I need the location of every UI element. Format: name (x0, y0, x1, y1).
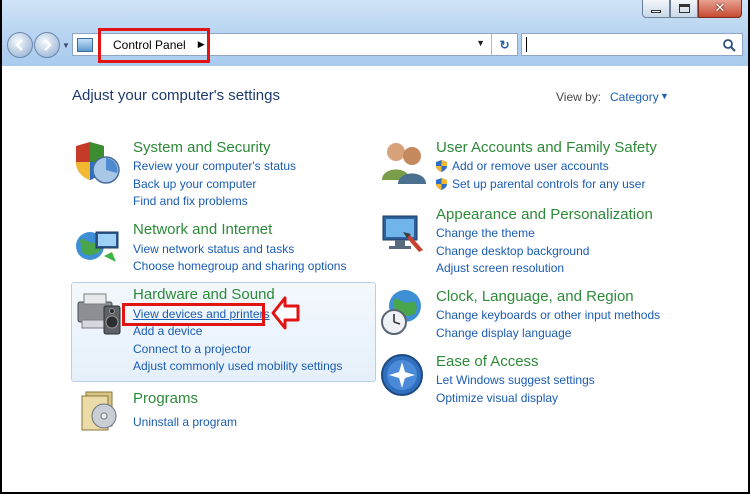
forward-button[interactable] (34, 32, 60, 58)
appearance-icon (382, 215, 423, 252)
uac-shield-icon (436, 178, 447, 190)
recent-pages-dropdown-icon[interactable]: ▼ (62, 41, 70, 50)
back-button[interactable] (7, 32, 33, 58)
parental-controls-link[interactable]: Set up parental controls for any user (452, 177, 645, 191)
network-internet-icon (76, 231, 119, 262)
minimize-button[interactable] (642, 0, 670, 18)
user-accounts-icon (382, 143, 426, 184)
keyboards-input-link[interactable]: Change keyboards or other input methods (436, 308, 660, 322)
maximize-button[interactable] (670, 0, 698, 18)
change-theme-link[interactable]: Change the theme (436, 226, 535, 240)
ease-of-access-icon (381, 354, 423, 396)
back-arrow-icon (15, 39, 23, 51)
close-icon: ✕ (714, 1, 726, 16)
maximize-icon (678, 4, 690, 13)
homegroup-sharing-link[interactable]: Choose homegroup and sharing options (133, 259, 346, 273)
clock-language-title[interactable]: Clock, Language, and Region (436, 288, 634, 305)
appearance-title[interactable]: Appearance and Personalization (436, 206, 653, 223)
windows-suggest-link[interactable]: Let Windows suggest settings (436, 373, 595, 387)
add-remove-users-link[interactable]: Add or remove user accounts (452, 159, 609, 173)
refresh-button[interactable]: ↻ (491, 34, 517, 55)
main-content: Adjust your computer's settings View by:… (2, 66, 748, 492)
search-input[interactable] (521, 33, 743, 56)
uac-shield-icon (436, 160, 447, 172)
clock-language-icon (381, 290, 421, 335)
left-arrow-callout-icon (271, 296, 300, 330)
back-up-link[interactable]: Back up your computer (133, 177, 256, 191)
hardware-sound-title[interactable]: Hardware and Sound (133, 286, 275, 303)
hardware-sound-icon (77, 293, 121, 335)
find-fix-problems-link[interactable]: Find and fix problems (133, 194, 248, 208)
devices-printers-highlight-box (122, 303, 265, 326)
control-panel-icon (77, 37, 93, 52)
programs-title[interactable]: Programs (133, 390, 198, 407)
add-device-link[interactable]: Add a device (133, 324, 202, 338)
ease-of-access-title[interactable]: Ease of Access (436, 353, 539, 370)
programs-icon (81, 391, 117, 431)
optimize-display-link[interactable]: Optimize visual display (436, 391, 558, 405)
user-accounts-title[interactable]: User Accounts and Family Safety (436, 139, 657, 156)
desktop-background-link[interactable]: Change desktop background (436, 244, 589, 258)
address-dropdown-icon[interactable]: ▼ (476, 38, 485, 48)
system-security-icon (76, 142, 120, 184)
mobility-settings-link[interactable]: Adjust commonly used mobility settings (133, 359, 342, 373)
view-by-label: View by: (556, 90, 602, 104)
system-security-title[interactable]: System and Security (133, 139, 271, 156)
view-by-dropdown[interactable]: Category (610, 90, 659, 104)
uninstall-program-link[interactable]: Uninstall a program (133, 415, 237, 429)
connect-projector-link[interactable]: Connect to a projector (133, 342, 251, 356)
review-status-link[interactable]: Review your computer's status (133, 159, 296, 173)
caption-buttons: ✕ (642, 0, 742, 20)
address-highlight-box (98, 28, 210, 63)
page-title: Adjust your computer's settings (72, 87, 280, 104)
minimize-icon (651, 10, 661, 13)
view-network-status-link[interactable]: View network status and tasks (133, 242, 294, 256)
control-panel-window: ✕ ▼ Control Panel ▶ ▼ ↻ Adjust your comp… (2, 0, 748, 492)
view-by-chevron-icon[interactable]: ▼ (660, 91, 669, 101)
screen-resolution-link[interactable]: Adjust screen resolution (436, 261, 564, 275)
close-button[interactable]: ✕ (698, 0, 742, 18)
forward-arrow-icon (44, 39, 52, 51)
search-icon[interactable] (722, 38, 736, 52)
text-caret (526, 37, 527, 52)
refresh-icon: ↻ (499, 37, 510, 52)
network-internet-title[interactable]: Network and Internet (133, 221, 272, 238)
display-language-link[interactable]: Change display language (436, 326, 571, 340)
